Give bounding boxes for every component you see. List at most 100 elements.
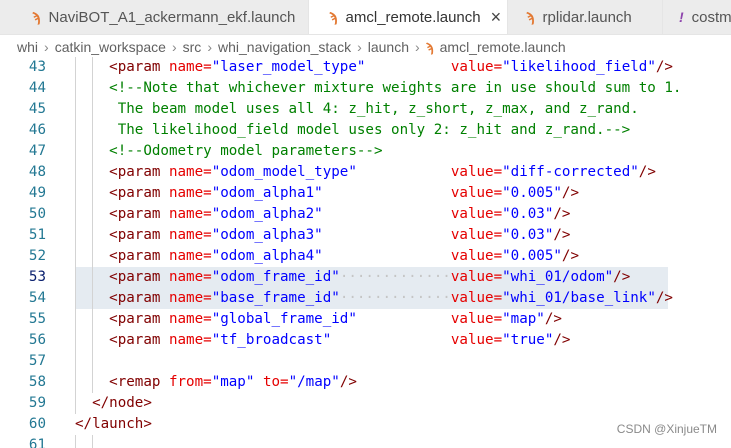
code-line[interactable]: 46 The likelihood_field model uses only … [0,120,731,141]
tab-rplidar[interactable]: ϡ rplidar.launch [508,0,663,34]
line-number: 52 [28,248,46,264]
code-token: value= [450,185,503,201]
breadcrumb-item[interactable]: amcl_remote.launch [440,39,566,55]
code-token: value= [450,332,503,348]
tab-costmap[interactable]: ! costm [663,0,731,34]
indent-guide [92,435,93,448]
chevron-right-icon: › [415,39,420,55]
tab-label: amcl_remote.launch [345,8,481,26]
code-token: <param [109,185,169,201]
code-token: /> [613,269,631,285]
code-line[interactable]: 54 <param name="base_frame_id"··········… [0,288,731,309]
code-token: ············· [339,269,451,285]
code-editor[interactable]: 43 <param name="laser_model_type" value=… [0,56,731,448]
code-token: name= [168,311,212,327]
indent-guide [92,351,93,372]
line-number: 60 [28,416,46,432]
line-number: 51 [28,227,46,243]
code-token: The likelihood_field model uses only 2: … [109,122,631,138]
breadcrumb-item[interactable]: launch [368,39,409,55]
code-token: "odom_alpha3" [211,227,323,243]
breadcrumb-item[interactable]: whi_navigation_stack [218,39,351,55]
code-token: <param [109,206,169,222]
code-token: /> [638,164,656,180]
code-token: <param [109,332,169,348]
code-token: <param [109,164,169,180]
code-token: to= [262,374,289,390]
code-token: /> [655,290,673,306]
line-number: 50 [28,206,46,222]
code-token: value= [450,269,503,285]
code-token: <param [109,227,169,243]
chevron-right-icon: › [357,39,362,55]
code-token: from= [168,374,212,390]
line-number: 45 [28,101,46,117]
code-token: "likelihood_field" [502,59,656,75]
code-token: </node> [92,395,152,411]
code-line[interactable]: 49 <param name="odom_alpha1" value="0.00… [0,183,731,204]
code-token: "odom_model_type" [211,164,357,180]
code-line[interactable]: 51 <param name="odom_alpha3" value="0.03… [0,225,731,246]
code-token: <remap [109,374,169,390]
line-number: 55 [28,311,46,327]
breadcrumb-item[interactable]: catkin_workspace [55,39,166,55]
code-token: <!--Note that whichever mixture weights … [109,80,682,96]
code-token: value= [450,206,503,222]
code-line[interactable]: 45 The beam model uses all 4: z_hit, z_s… [0,99,731,120]
code-token: name= [168,332,212,348]
code-line[interactable]: 47 <!--Odometry model parameters--> [0,141,731,162]
code-token: name= [168,227,212,243]
code-line[interactable]: 57 [0,351,731,372]
code-token: <param [109,311,169,327]
breadcrumb-item[interactable]: whi [17,39,38,55]
code-line[interactable]: 50 <param name="odom_alpha2" value="0.03… [0,204,731,225]
code-token: "odom_frame_id" [211,269,340,285]
code-token: "map" [211,374,255,390]
code-line[interactable]: 61 [0,435,731,448]
tab-navibot-ekf[interactable]: ϡ NaviBOT_A1_ackermann_ekf.launch [0,0,309,34]
code-line[interactable]: 56 <param name="tf_broadcast" value="tru… [0,330,731,351]
line-number: 54 [28,290,46,306]
code-line[interactable]: 44 <!--Note that whichever mixture weigh… [0,78,731,99]
close-icon[interactable]: × [491,7,502,28]
code-line[interactable]: 53 <param name="odom_frame_id"··········… [0,267,731,288]
code-text: <!--Note that whichever mixture weights … [75,78,681,99]
watermark: CSDN @XinjueTM [616,422,717,436]
code-token: <param [109,290,169,306]
breadcrumb-item[interactable]: src [183,39,202,55]
code-token: name= [168,206,212,222]
code-line[interactable]: 48 <param name="odom_model_type" value="… [0,162,731,183]
code-token: ············· [339,290,451,306]
line-number: 56 [28,332,46,348]
line-number: 49 [28,185,46,201]
code-token: /> [561,185,579,201]
code-token: "whi_01/odom" [502,269,614,285]
code-token: value= [450,59,503,75]
code-token: "0.03" [502,206,554,222]
code-token: /> [553,332,571,348]
code-token: "odom_alpha4" [211,248,323,264]
code-line[interactable]: 55 <param name="global_frame_id" value="… [0,309,731,330]
code-token: name= [168,269,212,285]
code-token: <param [109,248,169,264]
code-token: value= [450,290,503,306]
code-token: name= [168,248,212,264]
code-token: name= [168,59,212,75]
code-line[interactable]: 43 <param name="laser_model_type" value=… [0,57,731,78]
chevron-right-icon: › [207,39,212,55]
code-token: "true" [502,332,554,348]
code-line[interactable]: 59 </node> [0,393,731,414]
code-token: name= [168,164,212,180]
code-line[interactable]: 58 <remap from="map" to="/map"/> [0,372,731,393]
code-token: "/map" [288,374,340,390]
code-token: The beam model uses all 4: z_hit, z_shor… [109,101,639,117]
line-number: 46 [28,122,46,138]
code-token: "diff-corrected" [502,164,639,180]
tab-amcl-remote[interactable]: ϡ amcl_remote.launch × [309,0,508,34]
code-token: "odom_alpha2" [211,206,323,222]
code-line[interactable]: 52 <param name="odom_alpha4" value="0.00… [0,246,731,267]
